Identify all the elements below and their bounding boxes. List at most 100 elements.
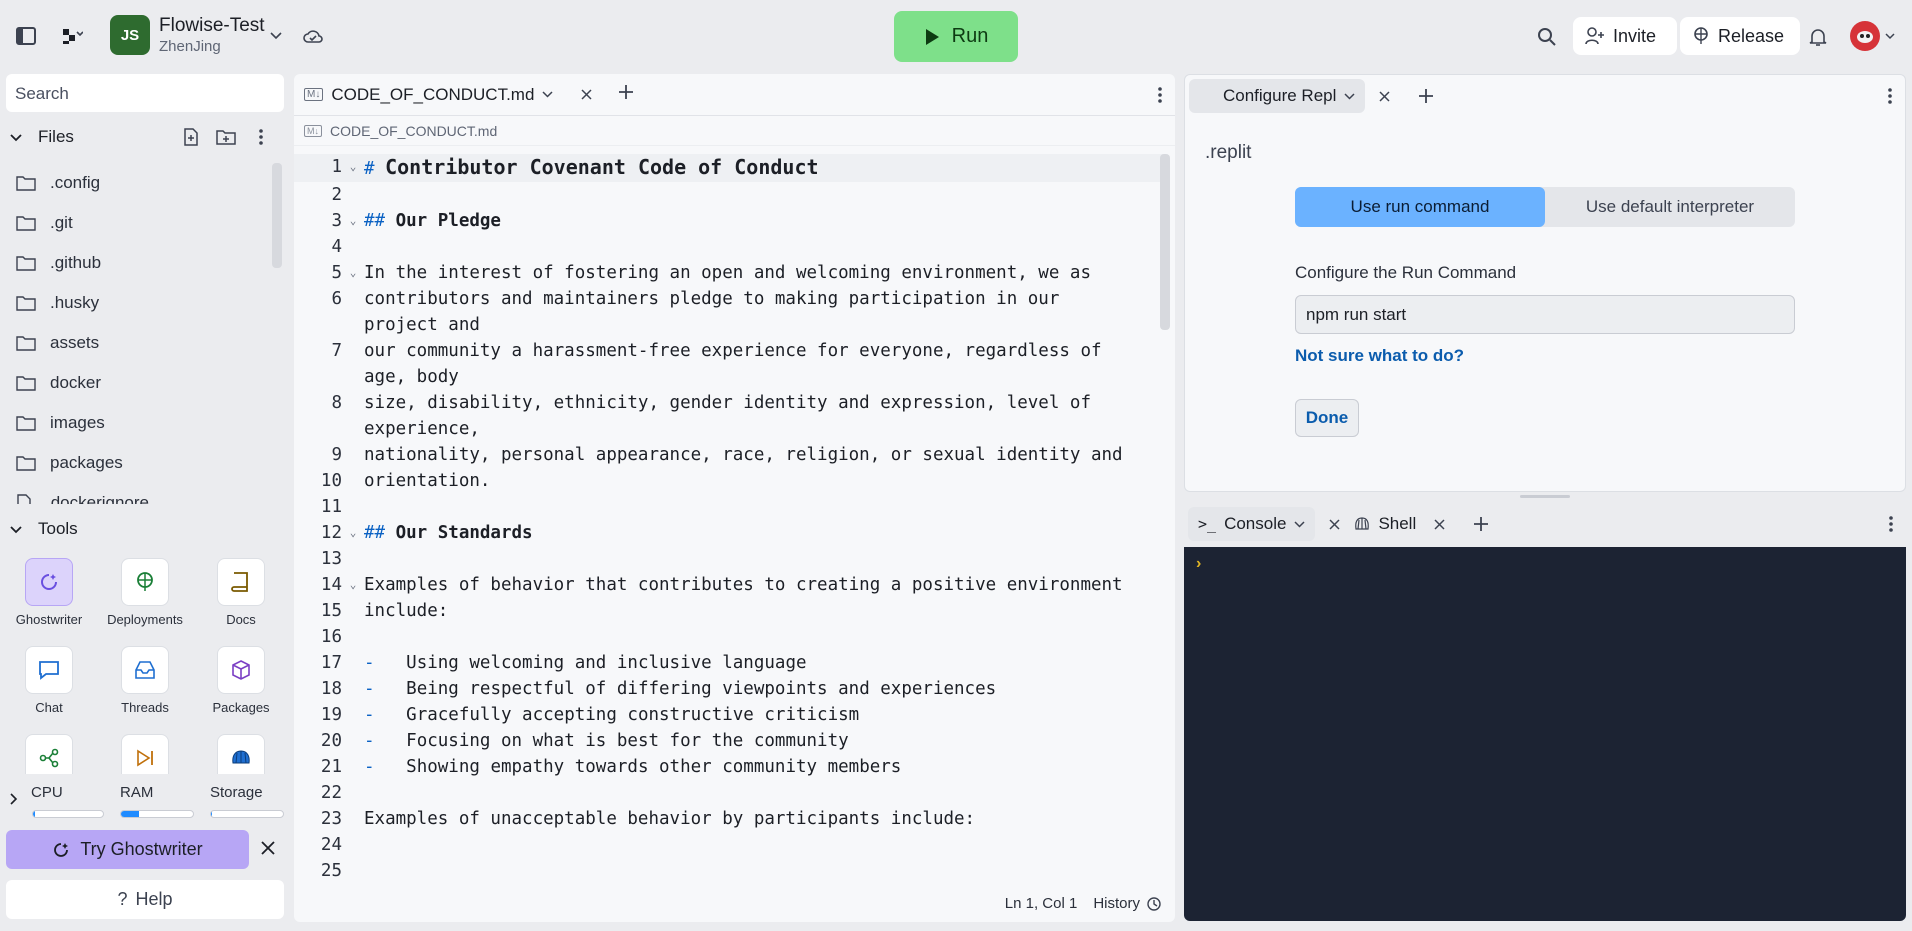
- chevron-down-icon[interactable]: [542, 91, 553, 98]
- folder-item[interactable]: .husky: [0, 283, 270, 323]
- new-file-icon[interactable]: [182, 128, 200, 151]
- code-line[interactable]: 3 ⌄ ## Our Pledge: [294, 208, 1164, 234]
- file-item[interactable]: .dockerignore: [0, 483, 270, 504]
- folder-item[interactable]: docker: [0, 363, 270, 403]
- chevron-right-icon[interactable]: [10, 792, 18, 809]
- files-section-header[interactable]: Files: [0, 119, 288, 155]
- breadcrumb-file[interactable]: CODE_OF_CONDUCT.md: [330, 123, 497, 139]
- code-content[interactable]: 1 ⌄ # Contributor Covenant Code of Conduct…: [294, 154, 1164, 880]
- workspace-switcher-icon[interactable]: [52, 24, 92, 48]
- use-run-command-option[interactable]: Use run command: [1295, 187, 1545, 227]
- close-icon[interactable]: [1379, 90, 1390, 102]
- avatar[interactable]: [1850, 21, 1880, 51]
- code-line[interactable]: 21 - Showing empathy towards other commun…: [294, 754, 1164, 780]
- code-line[interactable]: 25: [294, 858, 1164, 880]
- chevron-down-icon[interactable]: [1884, 30, 1896, 42]
- fold-chevron-icon[interactable]: ⌄: [342, 260, 364, 286]
- more-options-icon[interactable]: [1887, 87, 1893, 110]
- add-tab-icon[interactable]: [1418, 88, 1434, 104]
- cloud-sync-icon[interactable]: [302, 26, 324, 46]
- sidebar-toggle-icon[interactable]: [14, 24, 38, 48]
- tab-console[interactable]: >_ Console: [1188, 507, 1316, 541]
- tool-threads[interactable]: Threads: [97, 646, 193, 715]
- code-line[interactable]: 20 - Focusing on what is best for the com…: [294, 728, 1164, 754]
- tool-debugger[interactable]: [97, 734, 193, 774]
- folder-item[interactable]: packages: [0, 443, 270, 483]
- help-link[interactable]: Not sure what to do?: [1295, 346, 1464, 366]
- chevron-down-icon[interactable]: [10, 519, 30, 539]
- code-line[interactable]: 13: [294, 546, 1164, 572]
- code-line[interactable]: 14 ⌄ Examples of behavior that contributes…: [294, 572, 1164, 598]
- tool-chat[interactable]: Chat: [1, 646, 97, 715]
- code-line[interactable]: 12 ⌄ ## Our Standards: [294, 520, 1164, 546]
- release-button[interactable]: Release: [1680, 17, 1800, 55]
- folder-item[interactable]: assets: [0, 323, 270, 363]
- close-icon[interactable]: [1329, 518, 1340, 530]
- folder-item[interactable]: .git: [0, 203, 270, 243]
- tab-configure-repl[interactable]: Configure Repl: [1189, 79, 1366, 113]
- panel-resize-handle[interactable]: [1520, 495, 1570, 498]
- help-button[interactable]: ? Help: [6, 880, 284, 919]
- code-line[interactable]: 17 - Using welcoming and inclusive langua…: [294, 650, 1164, 676]
- code-line[interactable]: 15 include:: [294, 598, 1164, 624]
- use-default-interpreter-option[interactable]: Use default interpreter: [1545, 187, 1795, 227]
- tab-shell[interactable]: Shell: [1354, 514, 1445, 534]
- chevron-down-icon[interactable]: [1344, 92, 1355, 100]
- fold-chevron-icon[interactable]: ⌄: [342, 520, 364, 546]
- try-ghostwriter-button[interactable]: Try Ghostwriter: [6, 830, 249, 869]
- bell-icon[interactable]: [1806, 25, 1830, 49]
- code-line[interactable]: 8 size, disability, ethnicity, gender ide…: [294, 390, 1164, 442]
- run-button[interactable]: Run: [894, 11, 1018, 62]
- fold-chevron-icon[interactable]: ⌄: [342, 154, 364, 182]
- tool-git[interactable]: [1, 734, 97, 774]
- console-output[interactable]: ›: [1184, 547, 1906, 921]
- code-line[interactable]: 2: [294, 182, 1164, 208]
- fold-chevron-icon[interactable]: ⌄: [342, 572, 364, 598]
- new-folder-icon[interactable]: [216, 128, 236, 151]
- more-options-icon[interactable]: [1157, 86, 1163, 109]
- tool-shell[interactable]: [193, 734, 288, 774]
- folder-item[interactable]: .config: [0, 163, 270, 203]
- search-icon[interactable]: [1535, 25, 1559, 49]
- close-icon[interactable]: [581, 89, 592, 100]
- code-line[interactable]: 7 our community a harassment-free experie…: [294, 338, 1164, 390]
- folder-item[interactable]: images: [0, 403, 270, 443]
- tool-packages[interactable]: Packages: [193, 646, 288, 715]
- close-icon[interactable]: [260, 840, 276, 861]
- code-line[interactable]: 11: [294, 494, 1164, 520]
- tool-deployments[interactable]: Deployments: [97, 558, 193, 627]
- code-line[interactable]: 10 orientation.: [294, 468, 1164, 494]
- invite-button[interactable]: Invite: [1573, 17, 1677, 55]
- code-line[interactable]: 16: [294, 624, 1164, 650]
- cursor-position[interactable]: Ln 1, Col 1: [1005, 895, 1078, 912]
- code-line[interactable]: 5 ⌄ In the interest of fostering an open a…: [294, 260, 1164, 286]
- resource-metrics[interactable]: CPU RAM Storage: [0, 780, 288, 822]
- code-line[interactable]: 9 nationality, personal appearance, race,…: [294, 442, 1164, 468]
- file-tree-scrollbar[interactable]: [272, 163, 282, 268]
- tool-ghostwriter[interactable]: Ghostwriter: [1, 558, 97, 627]
- code-line[interactable]: 19 - Gracefully accepting constructive cr…: [294, 702, 1164, 728]
- project-owner[interactable]: ZhenJing: [159, 38, 221, 55]
- close-icon[interactable]: [1434, 518, 1445, 530]
- chevron-down-icon[interactable]: [268, 28, 284, 44]
- chevron-down-icon[interactable]: [10, 127, 30, 147]
- search-input[interactable]: Search: [6, 74, 284, 112]
- tools-section-header[interactable]: Tools: [0, 511, 288, 547]
- done-button[interactable]: Done: [1295, 399, 1359, 437]
- project-name[interactable]: Flowise-Test: [159, 15, 265, 37]
- code-line[interactable]: 1 ⌄ # Contributor Covenant Code of Conduct: [294, 154, 1164, 182]
- code-line[interactable]: 18 - Being respectful of differing viewpo…: [294, 676, 1164, 702]
- more-options-icon[interactable]: [258, 128, 264, 151]
- add-tab-icon[interactable]: [618, 84, 634, 105]
- folder-item[interactable]: .github: [0, 243, 270, 283]
- run-command-input[interactable]: npm run start: [1295, 295, 1795, 334]
- chevron-down-icon[interactable]: [1294, 520, 1305, 528]
- code-line[interactable]: 22: [294, 780, 1164, 806]
- code-line[interactable]: 6 contributors and maintainers pledge to …: [294, 286, 1164, 338]
- tab-code-of-conduct[interactable]: M↓ CODE_OF_CONDUCT.md: [294, 74, 602, 116]
- history-button[interactable]: History: [1093, 895, 1161, 912]
- code-line[interactable]: 4: [294, 234, 1164, 260]
- code-line[interactable]: 24: [294, 832, 1164, 858]
- fold-chevron-icon[interactable]: ⌄: [342, 208, 364, 234]
- tool-docs[interactable]: Docs: [193, 558, 288, 627]
